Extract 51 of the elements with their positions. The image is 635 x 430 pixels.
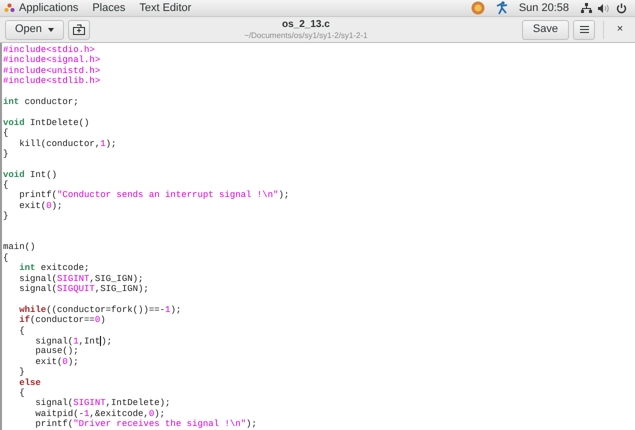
app-indicator-icon[interactable] [470,1,485,15]
menu-icon [580,26,588,33]
menu-button[interactable] [573,20,595,40]
volume-icon[interactable] [598,2,610,14]
code-line: else [18,378,41,388]
top-menu[interactable]: Text Editor [139,0,192,16]
code-line: signal(SIGINT,SIG_IGN); [18,274,144,284]
close-button[interactable]: × [612,21,628,38]
code-line: main() [3,242,36,253]
code-line: #include<signal.h> [3,55,100,66]
top-menu[interactable]: Applications [19,0,78,16]
code-line: void Int() [3,170,58,180]
code-line: } [3,148,8,160]
code-line: printf("Conductor sends an interrupt signal !\n"); [18,190,290,201]
code-line: #include<stdio.h> [3,45,95,56]
code-line: while((conductor=fork())==-1); [18,304,182,315]
code-line: kill(conductor,1); [18,138,116,149]
apps-icon[interactable] [4,2,15,14]
code-line: #include<stdlib.h> [3,76,100,87]
top-menu[interactable]: Places [92,0,126,16]
insert-button[interactable] [68,20,90,40]
open-button[interactable]: Open [5,20,64,40]
code-line: { [18,326,25,336]
code-line: signal(SIGQUIT,SIG_IGN); [18,284,149,294]
figure-icon[interactable] [494,1,509,15]
save-button[interactable]: Save [522,20,569,40]
code-line: printf("Driver receives the signal !\n"); [34,419,257,430]
document-plus-icon [72,24,85,35]
code-line: pause(); [34,346,79,357]
code-line: { [3,128,8,139]
code-line: waitpid(-1,&exitcode,0); [34,408,166,420]
file-path: ~/Documents/os/sy1/sy1-2/sy1-2-1 [244,30,368,40]
clock[interactable]: Sun 20:58 [518,0,569,16]
code-line: if(conductor==0) [18,315,106,326]
code-line: { [3,180,8,190]
window-title: os_2_13.c [282,18,330,30]
power-icon[interactable] [616,2,627,14]
network-icon[interactable] [581,2,592,14]
code-line: exit(0); [34,356,79,368]
code-line: { [18,388,25,398]
code-line: } [18,367,25,378]
code-line: signal(SIGINT,IntDelete); [34,398,170,409]
code-line: int conductor; [3,96,79,108]
caret-icon [48,28,54,32]
code-line: exit(0); [18,200,62,212]
code-line: } [3,211,8,222]
code-line: int exitcode; [18,263,90,274]
code-line: signal(1,Int); [34,336,112,346]
code-line: { [3,252,8,264]
code-line: void IntDelete() [3,118,90,128]
code-line: #include<unistd.h> [3,66,100,76]
